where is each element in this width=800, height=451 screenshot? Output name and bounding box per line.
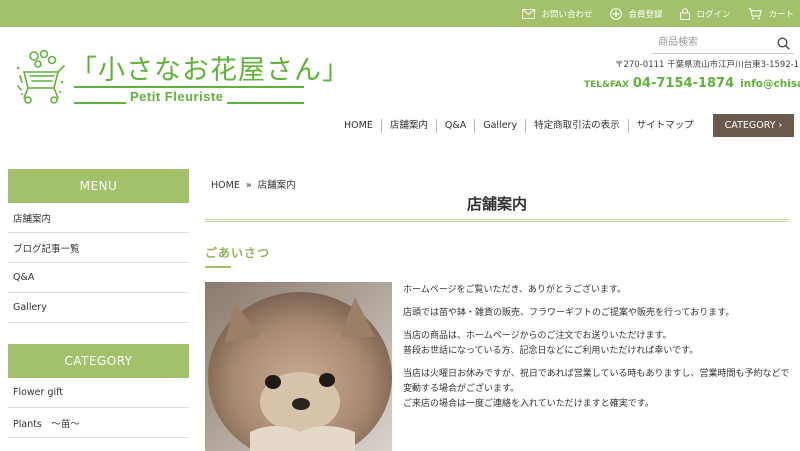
breadcrumb-home[interactable]: HOME (211, 180, 240, 191)
menu-list: 店舗案内 ブログ記事一覧 Q&A Gallery (8, 203, 189, 323)
breadcrumb: HOME » 店舗案内 (211, 177, 296, 191)
menu-heading: MENU (8, 169, 189, 203)
logo-title: 「小さなお花屋さん」 (70, 55, 350, 86)
greeting-paragraph: 当店の商品は、ホームページからのご注文でお送りいただけます。 普段お世話になって… (403, 329, 795, 359)
page-title: 店舗案内 (466, 195, 527, 213)
mail-icon (522, 8, 536, 19)
login-link[interactable]: ログイン (680, 7, 731, 20)
plus-circle-icon (610, 7, 623, 20)
breadcrumb-current: 店舗案内 (257, 180, 296, 191)
store-address: 〒270-0111 千葉県流山市江戸川台東3-1592-125 (615, 60, 800, 70)
tel-number: 04-7154-1874 (632, 76, 735, 91)
category-button[interactable]: CATEGORY › (713, 114, 794, 137)
greeting-paragraph: 店頭では苗や鉢・雑貨の販売、フラワーギフトのご提案や販売を行っております。 (403, 308, 735, 318)
section-heading: ごあいさつ (205, 246, 271, 260)
sidebar-item-qa[interactable]: Q&A (8, 263, 189, 293)
greeting-line: 普段お世話になっている方、記念日などにご利用いただければ幸いです。 (403, 346, 699, 356)
nav-item-store-info[interactable]: 店舗案内 (380, 119, 436, 133)
lock-icon (680, 7, 691, 20)
login-link-label: ログイン (696, 9, 731, 20)
contact-link[interactable]: お問い合わせ (522, 8, 592, 20)
nav-item-legal[interactable]: 特定商取引法の表示 (525, 119, 628, 133)
title-divider (205, 219, 789, 222)
contact-info: TEL&FAX04-7154-1874 info@chisana.jp (584, 72, 800, 91)
greeting-line: ご来店の場合は一度ご連絡を入れていただけますと確実です。 (403, 399, 654, 409)
section-underline (205, 266, 231, 268)
global-nav: HOME 店舗案内 Q&A Gallery 特定商取引法の表示 サイトマップ (336, 117, 702, 135)
nav-item-gallery[interactable]: Gallery (474, 119, 525, 133)
greeting-text: ホームページをご覧いただき、ありがとうございます。 店頭では苗や鉢・雑貨の販売、… (403, 283, 795, 420)
product-search (652, 30, 794, 54)
flower-cart-logo-icon (14, 46, 66, 108)
greeting-line: 当店は火曜日お休みですが、祝日であれば営業している時もありますし、営業時間も予約… (403, 369, 790, 394)
register-link-label: 会員登録 (628, 9, 663, 20)
site-logo[interactable]: 「小さなお花屋さん」 Petit Fleuriste (14, 46, 349, 108)
cart-link[interactable]: カート (748, 7, 794, 20)
greeting-paragraph: 当店は火曜日お休みですが、祝日であれば営業している時もありますし、営業時間も予約… (403, 367, 795, 412)
sidebar-item-blog-list[interactable]: ブログ記事一覧 (8, 233, 189, 263)
sidebar-item-gallery[interactable]: Gallery (8, 293, 189, 323)
nav-item-qa[interactable]: Q&A (435, 119, 474, 133)
cart-icon (748, 7, 763, 20)
logo-subtitle: Petit Fleuriste (126, 89, 228, 104)
nav-item-sitemap[interactable]: サイトマップ (627, 119, 702, 133)
breadcrumb-separator: » (245, 180, 252, 191)
nav-item-home[interactable]: HOME (336, 119, 381, 133)
category-list: Flower gift Plants ～苗～ (8, 378, 189, 438)
search-icon[interactable] (777, 35, 790, 54)
sidebar: MENU 店舗案内 ブログ記事一覧 Q&A Gallery CATEGORY F… (8, 169, 189, 438)
logo-rule-top (74, 86, 304, 88)
top-bar: お問い合わせ 会員登録 ログイン カート (0, 0, 800, 27)
sidebar-item-flower-gift[interactable]: Flower gift (8, 378, 189, 408)
tel-label: TEL&FAX (584, 80, 629, 90)
sidebar-item-store-info[interactable]: 店舗案内 (8, 203, 189, 233)
search-input[interactable] (652, 31, 770, 54)
dog-photo (205, 282, 392, 451)
greeting-line: 当店の商品は、ホームページからのご注文でお送りいただけます。 (403, 331, 672, 341)
greeting-paragraph: ホームページをご覧いただき、ありがとうございます。 (403, 285, 627, 295)
register-link[interactable]: 会員登録 (610, 7, 663, 20)
category-heading: CATEGORY (8, 344, 189, 378)
cart-link-label: カート (768, 9, 794, 20)
contact-link-label: お問い合わせ (541, 9, 593, 20)
sidebar-item-plants[interactable]: Plants ～苗～ (8, 408, 189, 438)
email-address[interactable]: info@chisana.jp (740, 78, 800, 90)
top-links: お問い合わせ 会員登録 ログイン カート (522, 0, 794, 27)
